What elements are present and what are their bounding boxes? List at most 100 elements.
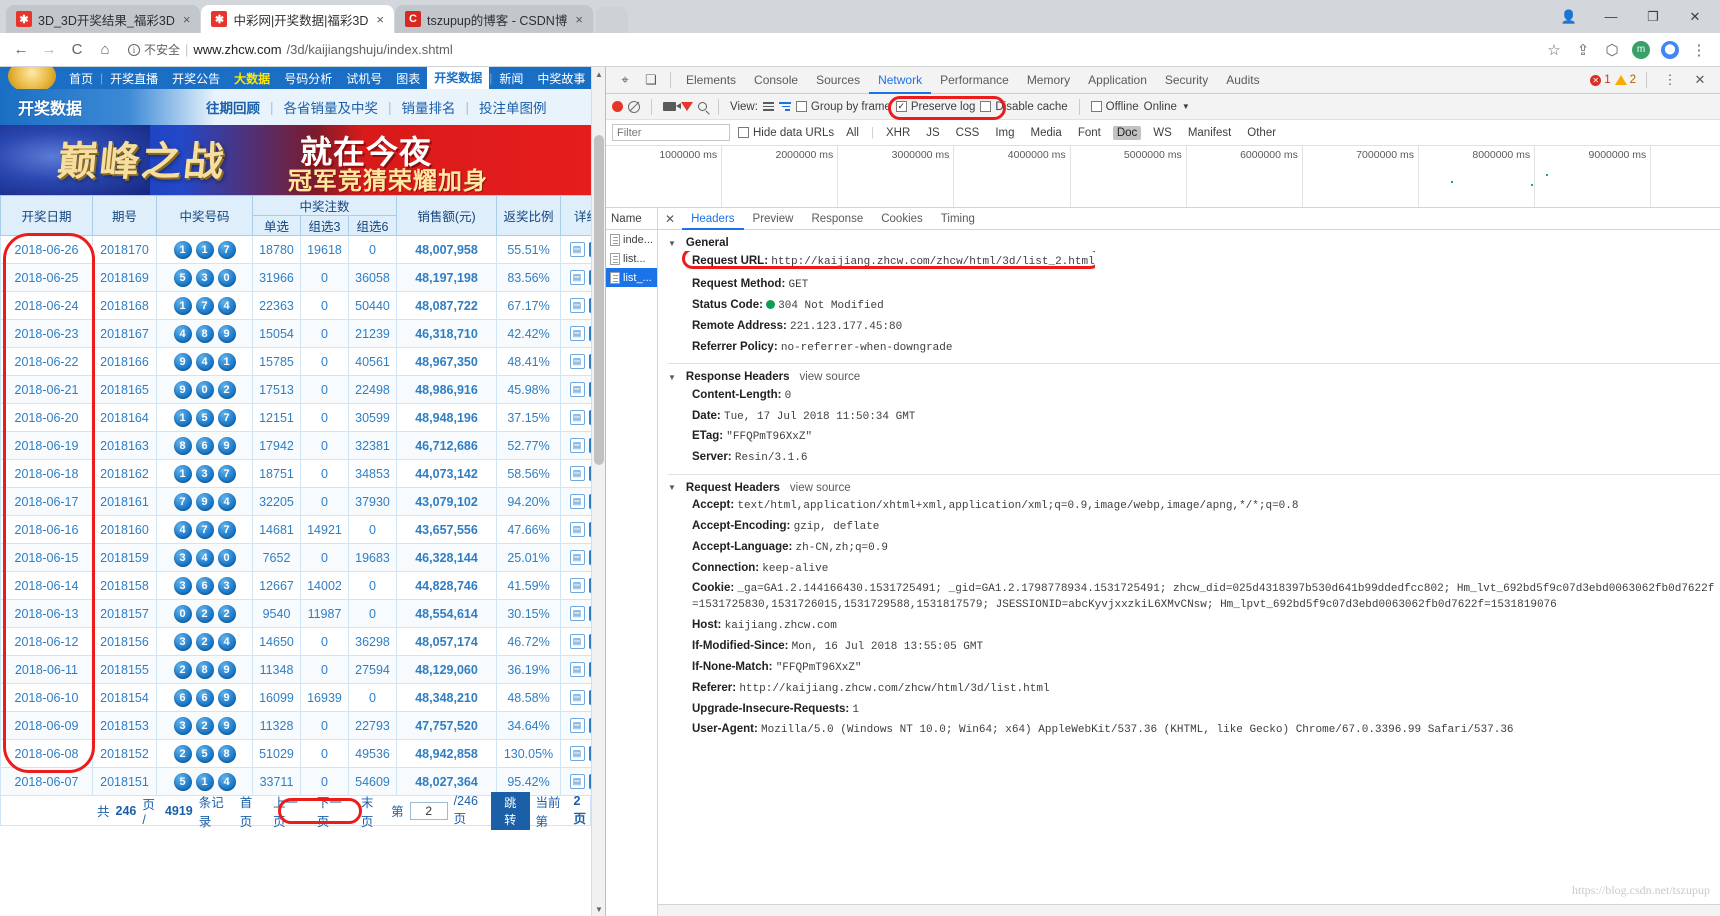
close-icon[interactable]: × (573, 12, 585, 27)
chevron-down-icon[interactable]: ▼ (1182, 102, 1190, 111)
headers-section-title[interactable]: ▼ Request Headers view source (658, 480, 1720, 496)
table-row[interactable]: 2018-06-12 2018156 3 2 4 14650 0 36298 48,057,17… (0, 627, 605, 656)
tab-network[interactable]: Network (869, 67, 931, 94)
table-row[interactable]: 2018-06-10 2018154 6 6 9 16099 16939 0 48,348,21… (0, 683, 605, 712)
filter-type-img[interactable]: Img (991, 126, 1018, 140)
clear-icon[interactable] (628, 100, 640, 113)
back-icon[interactable]: ← (8, 37, 34, 63)
filter-type-media[interactable]: Media (1027, 126, 1066, 140)
filter-type-js[interactable]: JS (922, 126, 943, 140)
reload-icon[interactable]: C (64, 37, 90, 63)
page-number-input[interactable] (409, 801, 448, 820)
record-icon[interactable] (612, 101, 623, 112)
view-source-link[interactable]: view source (790, 482, 851, 494)
url-input[interactable]: i 不安全 | www.zhcw.com/3d/kaijiangshuju/in… (120, 38, 1539, 62)
profile-icon[interactable]: m (1628, 37, 1654, 63)
table-row[interactable]: 2018-06-19 2018163 8 6 9 17942 0 32381 46,712,68… (0, 431, 605, 460)
nav-item-charts[interactable]: 图表 (389, 70, 427, 87)
detail-copy-icon[interactable]: ▤ (569, 326, 585, 341)
table-row[interactable]: 2018-06-22 2018166 9 4 1 15785 0 40561 48,967,35… (0, 347, 605, 376)
tab-memory[interactable]: Memory (1018, 67, 1079, 94)
bookmark-star-icon[interactable]: ☆ (1541, 37, 1567, 63)
table-row[interactable]: 2018-06-11 2018155 2 8 9 11348 0 27594 48,129,06… (0, 655, 605, 684)
promo-banner[interactable]: 巅峰之战 就在今夜 冠军竞猜荣耀加身 (0, 125, 605, 195)
scroll-up-icon[interactable]: ▲ (592, 67, 605, 81)
network-timeline[interactable]: 1000000 ms 2000000 ms 3000000 ms 4000000 ms… (606, 146, 1720, 208)
jump-button[interactable]: 跳转 (491, 791, 530, 830)
browser-tab-2[interactable]: C tszupup的博客 - CSDN博 × (395, 5, 593, 33)
filter-icon[interactable] (681, 102, 693, 111)
tab-audits[interactable]: Audits (1217, 67, 1268, 94)
nav-item-news[interactable]: 新闻 (492, 70, 530, 87)
hide-data-urls-checkbox[interactable]: Hide data URLs (738, 127, 834, 139)
detail-copy-icon[interactable]: ▤ (569, 270, 585, 285)
disable-cache-checkbox[interactable]: Disable cache (980, 101, 1068, 113)
table-row[interactable]: 2018-06-23 2018167 4 8 9 15054 0 21239 46,318,71… (0, 319, 605, 348)
detail-copy-icon[interactable]: ▤ (569, 438, 585, 453)
detail-copy-icon[interactable]: ▤ (569, 242, 585, 257)
sync-icon[interactable]: ⬤ (1657, 37, 1683, 63)
nav-item-announce[interactable]: 开奖公告 (165, 70, 227, 87)
tab-elements[interactable]: Elements (677, 67, 745, 94)
throttling-value[interactable]: Online (1144, 101, 1177, 113)
tab-sources[interactable]: Sources (807, 67, 869, 94)
menu-icon[interactable]: ⋮ (1686, 37, 1712, 63)
new-tab-button[interactable] (595, 7, 628, 33)
pager-first-link[interactable]: 首页 (237, 792, 264, 830)
detail-copy-icon[interactable]: ▤ (569, 662, 585, 677)
preserve-log-checkbox[interactable]: ✓ Preserve log (887, 95, 1006, 120)
headers-section-title[interactable]: ▼ Response Headers view source (658, 369, 1720, 385)
view-source-link[interactable]: view source (799, 371, 860, 383)
table-row[interactable]: 2018-06-16 2018160 4 7 7 14681 14921 0 43,657,55… (0, 515, 605, 544)
filter-type-ws[interactable]: WS (1149, 126, 1176, 140)
detail-copy-icon[interactable]: ▤ (569, 410, 585, 425)
detail-copy-icon[interactable]: ▤ (569, 466, 585, 481)
detail-copy-icon[interactable]: ▤ (569, 718, 585, 733)
table-row[interactable]: 2018-06-20 2018164 1 5 7 12151 0 30599 48,948,19… (0, 403, 605, 432)
warning-count-badge[interactable]: 2 (1614, 74, 1636, 86)
table-row[interactable]: 2018-06-08 2018152 2 5 8 51029 0 49536 48,942,85… (0, 739, 605, 768)
detail-tab-preview[interactable]: Preview (744, 208, 803, 230)
error-count-badge[interactable]: ✕ 1 (1590, 74, 1611, 86)
close-icon[interactable]: × (374, 12, 386, 27)
capture-screenshots-icon[interactable] (663, 102, 681, 111)
nav-item-bigdata[interactable]: 大数据 (227, 70, 277, 87)
tab-security[interactable]: Security (1156, 67, 1217, 94)
subnav-link-history[interactable]: 往期回顾 (196, 97, 270, 117)
pager-last-link[interactable]: 末页 (358, 792, 385, 830)
browser-tab-1[interactable]: ✱ 中彩网|开奖数据|福彩3D × (201, 5, 395, 33)
devtools-menu-icon[interactable]: ⋮ (1657, 67, 1683, 93)
subnav-link-bet-legend[interactable]: 投注单图例 (469, 97, 557, 117)
request-row[interactable]: list_... (606, 268, 657, 287)
filter-type-xhr[interactable]: XHR (882, 126, 914, 140)
nav-item-home[interactable]: 首页 (62, 70, 100, 87)
table-row[interactable]: 2018-06-24 2018168 1 7 4 22363 0 50440 48,087,72… (0, 291, 605, 320)
request-row[interactable]: list... (606, 249, 657, 268)
detail-copy-icon[interactable]: ▤ (569, 522, 585, 537)
filter-type-doc[interactable]: Doc (1112, 125, 1142, 140)
group-by-frame-checkbox[interactable]: Group by frame (795, 101, 891, 113)
inspect-element-icon[interactable]: ⌖ (612, 67, 638, 93)
waterfall-view-icon[interactable] (778, 101, 791, 112)
table-row[interactable]: 2018-06-17 2018161 7 9 4 32205 0 37930 43,079,10… (0, 487, 605, 516)
detail-copy-icon[interactable]: ▤ (569, 494, 585, 509)
table-row[interactable]: 2018-06-09 2018153 3 2 9 11328 0 22793 47,757,52… (0, 711, 605, 740)
filter-type-manifest[interactable]: Manifest (1184, 126, 1235, 140)
filter-type-other[interactable]: Other (1243, 126, 1280, 140)
detail-copy-icon[interactable]: ▤ (569, 382, 585, 397)
filter-type-all[interactable]: All (842, 126, 863, 140)
filter-type-font[interactable]: Font (1074, 126, 1105, 140)
detail-copy-icon[interactable]: ▤ (569, 690, 585, 705)
filter-input[interactable] (612, 124, 730, 141)
browser-tab-0[interactable]: ✱ 3D_3D开奖结果_福彩3D × (6, 5, 201, 33)
table-row[interactable]: 2018-06-18 2018162 1 3 7 18751 0 34853 44,073,14… (0, 459, 605, 488)
table-row[interactable]: 2018-06-14 2018158 3 6 3 12667 14002 0 44,828,74… (0, 571, 605, 600)
pager-next-link[interactable]: 下一页 (314, 792, 352, 830)
extension-icon[interactable]: ⬡ (1599, 37, 1625, 63)
nav-item-stories[interactable]: 中奖故事 (530, 70, 592, 87)
minimize-icon[interactable]: — (1590, 0, 1632, 33)
tab-application[interactable]: Application (1079, 67, 1156, 94)
nav-item-testnum[interactable]: 试机号 (339, 70, 389, 87)
table-row[interactable]: 2018-06-21 2018165 9 0 2 17513 0 22498 48,986,91… (0, 375, 605, 404)
detail-copy-icon[interactable]: ▤ (569, 550, 585, 565)
